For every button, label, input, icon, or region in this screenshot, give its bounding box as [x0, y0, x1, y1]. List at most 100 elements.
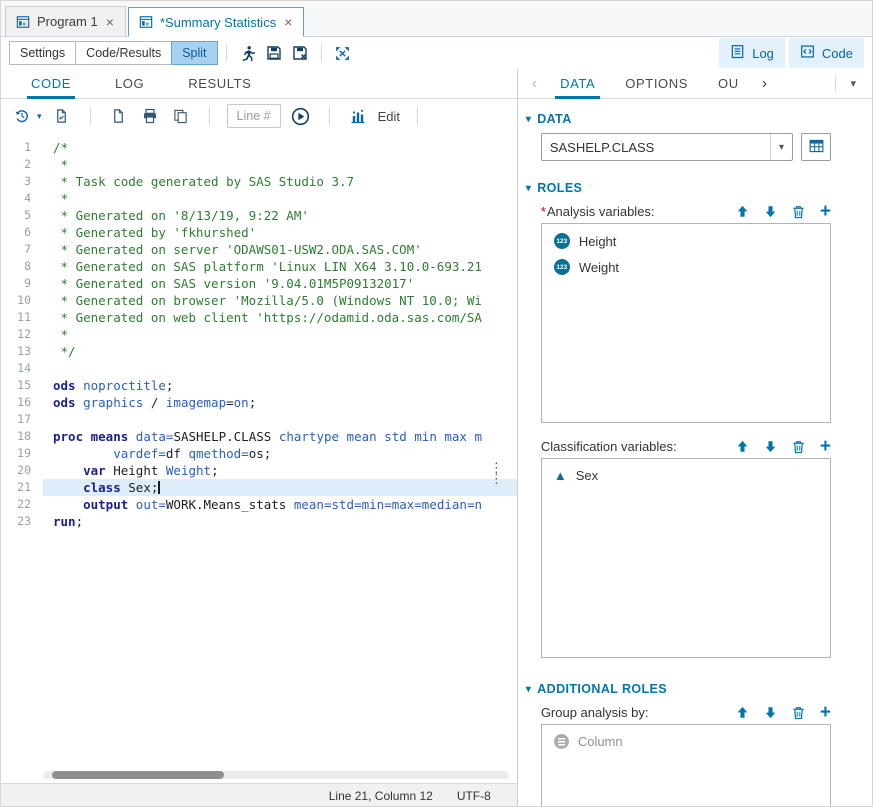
line-number[interactable]: 9 [1, 275, 43, 292]
tab-results[interactable]: RESULTS [188, 69, 251, 98]
code-line[interactable]: 10 * Generated on browser 'Mozilla/5.0 (… [1, 292, 517, 309]
code-line[interactable]: 16ods graphics / imagemap=on; [1, 394, 517, 411]
code-results-button[interactable]: Code/Results [75, 41, 172, 65]
chart-icon[interactable] [347, 105, 369, 127]
line-number[interactable]: 15 [1, 377, 43, 394]
line-number[interactable]: 12 [1, 326, 43, 343]
submit-icon[interactable] [290, 105, 312, 127]
edit-label[interactable]: Edit [378, 109, 400, 124]
code-line[interactable]: 17 [1, 411, 517, 428]
line-number[interactable]: 4 [1, 190, 43, 207]
delete-icon[interactable] [792, 706, 805, 720]
maximize-view-icon[interactable] [331, 41, 355, 65]
line-number[interactable]: 18 [1, 428, 43, 445]
tab-options[interactable]: OPTIONS [625, 69, 688, 98]
move-down-icon[interactable] [764, 440, 777, 453]
line-number[interactable]: 8 [1, 258, 43, 275]
code-line[interactable]: 4 * [1, 190, 517, 207]
code-line[interactable]: 13 */ [1, 343, 517, 360]
save-icon[interactable] [262, 41, 286, 65]
code-line[interactable]: 3 * Task code generated by SAS Studio 3.… [1, 173, 517, 190]
settings-button[interactable]: Settings [9, 41, 76, 65]
group-analysis-list[interactable]: Column [541, 724, 831, 807]
variable-item[interactable]: Column [542, 729, 830, 754]
variable-item[interactable]: 123Height [542, 228, 830, 254]
delete-icon[interactable] [792, 440, 805, 454]
tab-output[interactable]: OU [718, 69, 739, 98]
move-down-icon[interactable] [764, 205, 777, 218]
section-data[interactable]: ▾ DATA [526, 112, 831, 126]
line-number[interactable]: 21 [1, 479, 43, 496]
tab-summary-statistics[interactable]: *Summary Statistics × [128, 7, 305, 37]
line-number[interactable]: 19 [1, 445, 43, 462]
new-document-icon[interactable] [108, 105, 130, 127]
scrollbar-thumb[interactable] [52, 771, 224, 779]
line-number[interactable]: 1 [1, 139, 43, 156]
code-editor[interactable]: 1/*2 *3 * Task code generated by SAS Stu… [1, 133, 517, 783]
code-line[interactable]: 22 output out=WORK.Means_stats mean=std=… [1, 496, 517, 513]
code-line[interactable]: 8 * Generated on SAS platform 'Linux LIN… [1, 258, 517, 275]
save-all-icon[interactable] [288, 41, 312, 65]
delete-icon[interactable] [792, 205, 805, 219]
split-button[interactable]: Split [171, 41, 217, 65]
section-roles[interactable]: ▾ ROLES [526, 181, 831, 195]
line-number[interactable]: 11 [1, 309, 43, 326]
open-program-icon[interactable] [51, 105, 73, 127]
copy-icon[interactable] [170, 105, 192, 127]
move-up-icon[interactable] [736, 205, 749, 218]
tab-program-1[interactable]: Program 1 × [5, 6, 126, 36]
code-line[interactable]: 23run; [1, 513, 517, 530]
code-line[interactable]: 12 * [1, 326, 517, 343]
add-icon[interactable]: + [820, 205, 831, 218]
tab-log[interactable]: LOG [115, 69, 144, 98]
close-icon[interactable]: × [105, 16, 115, 28]
variable-item[interactable]: 123Weight [542, 254, 830, 280]
code-line[interactable]: 19 vardef=df qmethod=os; [1, 445, 517, 462]
move-down-icon[interactable] [764, 706, 777, 719]
code-line[interactable]: 9 * Generated on SAS version '9.04.01M5P… [1, 275, 517, 292]
panel-menu-icon[interactable]: ▾ [840, 69, 866, 98]
line-number[interactable]: 16 [1, 394, 43, 411]
code-line[interactable]: 15ods noproctitle; [1, 377, 517, 394]
line-number[interactable]: 5 [1, 207, 43, 224]
code-line[interactable]: 21 class Sex; [1, 479, 517, 496]
history-icon[interactable] [11, 105, 33, 127]
code-line[interactable]: 18proc means data=SASHELP.CLASS chartype… [1, 428, 517, 445]
code-line[interactable]: 7 * Generated on server 'ODAWS01-USW2.OD… [1, 241, 517, 258]
tab-data[interactable]: DATA [560, 69, 595, 98]
table-viewer-button[interactable] [801, 133, 831, 161]
variable-item[interactable]: ▲Sex [542, 463, 830, 488]
horizontal-scrollbar[interactable] [43, 771, 509, 779]
code-line[interactable]: 6 * Generated by 'fkhurshed' [1, 224, 517, 241]
log-button[interactable]: Log [719, 38, 785, 68]
tab-code[interactable]: CODE [31, 69, 71, 98]
code-line[interactable]: 2 * [1, 156, 517, 173]
line-number[interactable]: 2 [1, 156, 43, 173]
line-number[interactable]: 17 [1, 411, 43, 428]
scroll-tabs-left-icon[interactable]: ‹ [524, 69, 545, 98]
line-number[interactable]: 22 [1, 496, 43, 513]
line-number[interactable]: 20 [1, 462, 43, 479]
close-icon[interactable]: × [283, 16, 293, 28]
line-number[interactable]: 14 [1, 360, 43, 377]
add-icon[interactable]: + [820, 440, 831, 453]
history-dropdown-icon[interactable]: ▾ [37, 111, 42, 122]
analysis-variables-list[interactable]: 123Height123Weight [541, 223, 831, 423]
line-number[interactable]: 23 [1, 513, 43, 530]
code-line[interactable]: 14 [1, 360, 517, 377]
code-line[interactable]: 1/* [1, 139, 517, 156]
code-button[interactable]: Code [789, 38, 864, 68]
section-additional-roles[interactable]: ▾ ADDITIONAL ROLES [526, 682, 831, 696]
line-number[interactable]: 6 [1, 224, 43, 241]
move-up-icon[interactable] [736, 706, 749, 719]
scroll-tabs-right-icon[interactable]: › [754, 69, 775, 98]
classification-variables-list[interactable]: ▲Sex [541, 458, 831, 658]
line-number[interactable]: 13 [1, 343, 43, 360]
move-up-icon[interactable] [736, 440, 749, 453]
dataset-select[interactable]: SASHELP.CLASS ▾ [541, 133, 793, 161]
line-number[interactable]: 10 [1, 292, 43, 309]
line-number[interactable]: 7 [1, 241, 43, 258]
code-line[interactable]: 5 * Generated on '8/13/19, 9:22 AM' [1, 207, 517, 224]
line-number-button[interactable]: Line # [227, 104, 281, 128]
code-line[interactable]: 11 * Generated on web client 'https://od… [1, 309, 517, 326]
